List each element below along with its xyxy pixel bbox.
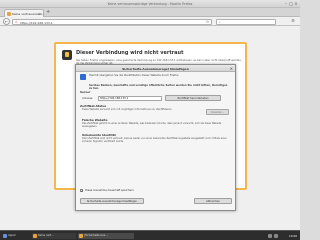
taskbar-label: Applic <box>8 234 16 237</box>
address-input[interactable]: https://192.168.133.1 <box>98 95 162 101</box>
warning-favicon-icon <box>7 12 11 16</box>
get-certificate-button[interactable]: Zertifikat herunterladen <box>165 95 221 101</box>
taskbar-label: [Sicherheits-Aus... <box>84 234 108 237</box>
dialog-titlebar[interactable]: Sicherheits-Ausnahmeregel hinzufügen × <box>76 65 235 72</box>
navigation-bar: ← ⚠ https://192.168.133.1 ↻ ⌕ ≡ <box>0 17 300 26</box>
taskbar-label: Keine vert... <box>38 234 54 237</box>
url-text[interactable]: https://192.168.133.1 <box>20 21 53 25</box>
search-field[interactable]: ⌕ <box>216 18 276 25</box>
hamburger-menu-icon[interactable]: ≡ <box>290 19 296 25</box>
back-icon[interactable]: ← <box>3 18 10 25</box>
reload-icon[interactable]: ↻ <box>206 20 209 24</box>
tab-bar: Keine vertrauenswü... × + <box>0 8 300 17</box>
new-tab-icon[interactable]: + <box>46 10 51 16</box>
insecure-lock-icon[interactable]: ⚠ <box>15 20 18 24</box>
unknown-identity-text: Dem Zertifikat wird nicht vertraut, weil… <box>82 137 227 144</box>
firefox-icon <box>79 234 83 238</box>
taskbar: Applic Keine vert... [Sicherheits-Aus...… <box>0 230 300 240</box>
warning-officer-icon <box>62 50 72 60</box>
error-title: Dieser Verbindung wird nicht vertraut <box>76 50 184 56</box>
minimize-icon[interactable]: – <box>284 2 288 6</box>
volume-icon[interactable] <box>274 234 278 238</box>
view-certificate-button[interactable]: Ansehen... <box>206 109 229 115</box>
search-icon: ⌕ <box>219 20 221 24</box>
cancel-button[interactable]: Abbrechen <box>194 198 232 204</box>
dialog-close-icon[interactable]: × <box>230 66 233 71</box>
server-section-label: Server <box>80 90 91 94</box>
clock[interactable]: 10:06 <box>289 233 297 239</box>
intro-text-1: Hiermit übergehen Sie die Identifikation… <box>89 74 180 77</box>
applications-menu-icon <box>3 234 7 238</box>
permanent-exception-checkbox[interactable]: ✓ <box>80 189 83 193</box>
url-bar[interactable]: ⚠ https://192.168.133.1 ↻ <box>12 18 212 25</box>
taskbar-dialog[interactable]: [Sicherheits-Aus... <box>78 233 134 239</box>
confirm-exception-button[interactable]: Sicherheits-Ausnahmeregel bestätigen <box>80 198 144 204</box>
maximize-icon[interactable]: □ <box>289 2 293 6</box>
security-exception-dialog: Sicherheits-Ausnahmeregel hinzufügen × H… <box>75 64 236 211</box>
certificate-status-text: Diese Website versucht sich mit ungültig… <box>82 108 173 111</box>
wrong-site-text: Das Zertifikat gehört zu einer anderen W… <box>82 122 222 129</box>
tab-close-icon[interactable]: × <box>38 12 41 16</box>
taskbar-applications[interactable]: Applic <box>2 233 30 239</box>
taskbar-firefox[interactable]: Keine vert... <box>32 233 76 239</box>
info-icon <box>80 74 86 80</box>
window-title: Keine vertrauenswürdige Verbindung - Moz… <box>107 2 193 6</box>
intro-text-2: Seriöse Banken, Geschäfte und sonstige ö… <box>89 84 228 91</box>
firefox-icon <box>33 234 37 238</box>
window-titlebar[interactable]: Keine vertrauenswürdige Verbindung - Moz… <box>0 0 300 8</box>
close-icon[interactable]: × <box>294 2 298 6</box>
permanent-exception-label[interactable]: Diese Ausnahme dauerhaft speichern <box>85 189 134 192</box>
network-icon[interactable] <box>268 234 272 238</box>
address-label: Adresse: <box>82 97 94 100</box>
tab-active[interactable]: Keine vertrauenswü... × <box>4 9 45 17</box>
dialog-title: Sicherheits-Ausnahmeregel hinzufügen <box>122 66 189 71</box>
